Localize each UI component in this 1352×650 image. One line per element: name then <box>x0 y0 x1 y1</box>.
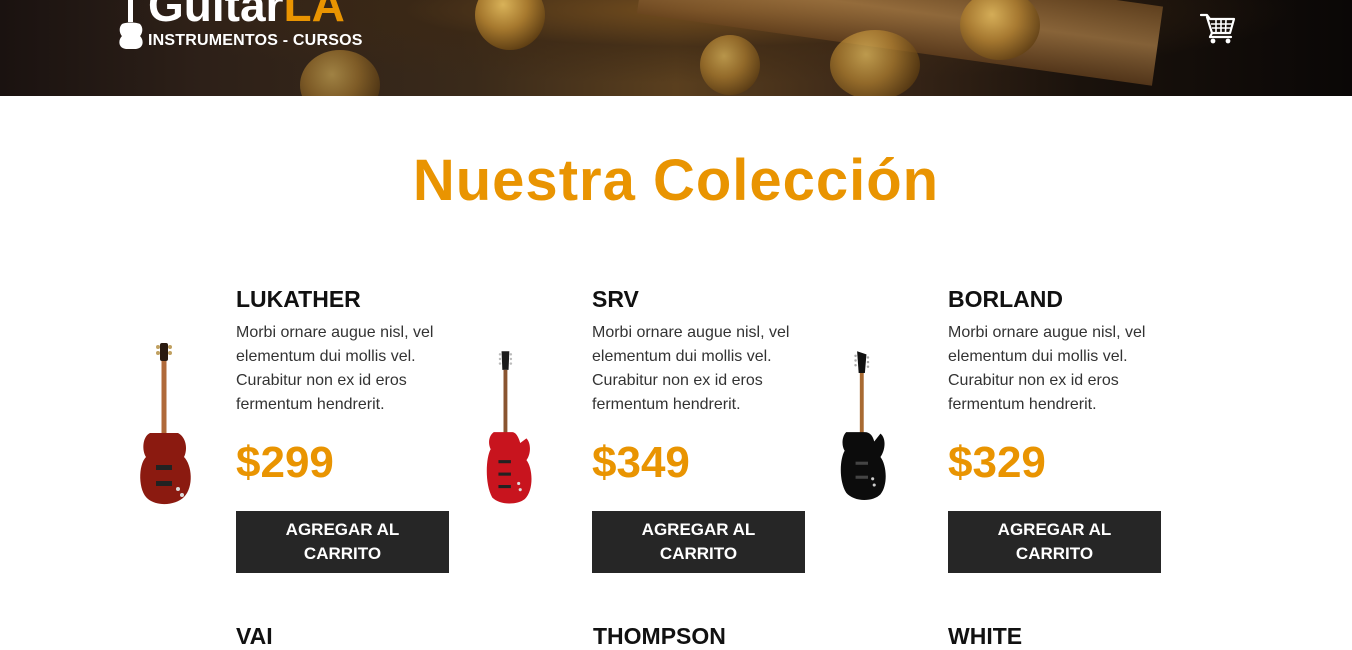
product-name: BORLAND <box>948 286 1063 312</box>
guitar-image <box>840 351 886 500</box>
logo-wordmark: GuitarLA <box>148 0 345 28</box>
cart-icon[interactable] <box>1200 12 1236 44</box>
product-card: BORLAND Morbi ornare augue nisl, vel ele… <box>840 285 1188 585</box>
logo-accent: LA <box>283 0 345 31</box>
site-logo[interactable]: GuitarLA INSTRUMENTOS - CURSOS <box>116 0 396 56</box>
logo-subtitle: INSTRUMENTOS - CURSOS <box>148 32 363 49</box>
product-description: Morbi ornare augue nisl, vel elementum d… <box>592 324 790 413</box>
product-price: $349 <box>592 438 690 487</box>
product-card: SRV Morbi ornare augue nisl, vel element… <box>486 285 832 585</box>
site-header: GuitarLA INSTRUMENTOS - CURSOS <box>0 0 1352 96</box>
tuning-peg <box>700 35 760 95</box>
product-info: BORLAND Morbi ornare augue nisl, vel ele… <box>948 285 1188 573</box>
guitar-image <box>486 351 532 504</box>
product-description: Morbi ornare augue nisl, vel elementum d… <box>948 324 1146 413</box>
add-to-cart-button[interactable]: Agregar al Carrito <box>948 511 1161 573</box>
product-price: $329 <box>948 438 1046 487</box>
product-name: LUKATHER <box>236 286 361 312</box>
product-name: SRV <box>592 286 639 312</box>
product-info: SRV Morbi ornare augue nisl, vel element… <box>592 285 832 573</box>
product-description: Morbi ornare augue nisl, vel elementum d… <box>236 324 434 413</box>
product-info: LUKATHER Morbi ornare augue nisl, vel el… <box>236 285 476 573</box>
tuning-peg <box>830 30 920 96</box>
product-price: $299 <box>236 438 334 487</box>
page-heading: Nuestra Colección <box>412 148 940 213</box>
add-to-cart-button[interactable]: Agregar al Carrito <box>592 511 805 573</box>
guitar-logo-icon <box>119 0 143 49</box>
logo-word: Guitar <box>148 0 284 31</box>
product-card: LUKATHER Morbi ornare augue nisl, vel el… <box>136 285 476 585</box>
tuning-peg <box>300 50 380 96</box>
add-to-cart-button[interactable]: Agregar al Carrito <box>236 511 449 573</box>
guitar-image <box>140 343 191 505</box>
tuning-peg <box>475 0 545 50</box>
